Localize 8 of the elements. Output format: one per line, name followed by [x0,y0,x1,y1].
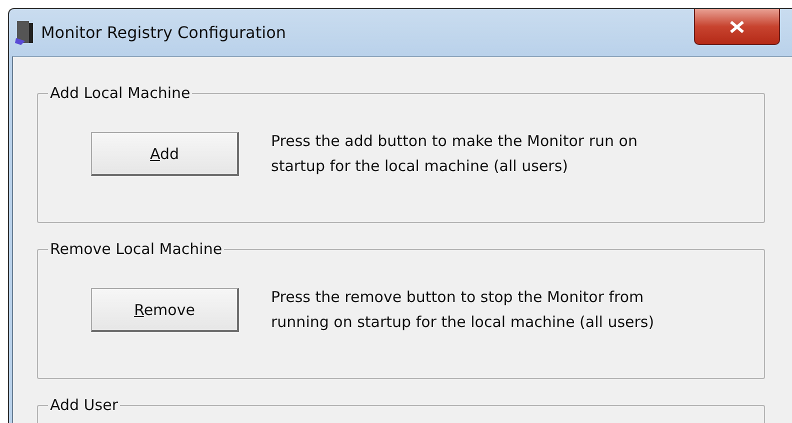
description-text: Press the add button to make the Monitor run on startup for the local machine (all users) [271,131,638,177]
description-text: Press the remove button to stop the Monitor from running on startup for the local machine (all users) [271,287,656,333]
app-icon [15,20,35,46]
action-button[interactable]: Remove [91,288,239,332]
close-icon [728,20,746,34]
action-button[interactable]: Add [91,132,239,176]
window-title: Monitor Registry Configuration [41,23,286,42]
close-button[interactable] [694,9,780,45]
